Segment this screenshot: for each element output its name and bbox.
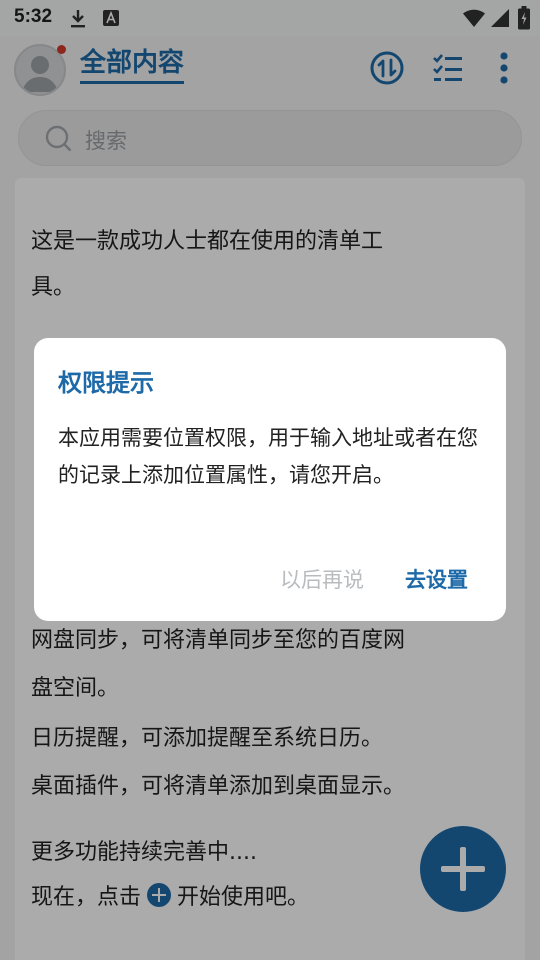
dialog-message: 本应用需要位置权限，用于输入地址或者在您的记录上添加位置属性，请您开启。	[58, 426, 478, 487]
permission-dialog: 权限提示 本应用需要位置权限，用于输入地址或者在您的记录上添加位置属性，请您开启…	[34, 338, 506, 621]
later-button[interactable]: 以后再说	[280, 564, 364, 594]
dialog-title: 权限提示	[58, 369, 154, 397]
go-settings-button[interactable]: 去设置	[405, 564, 468, 594]
